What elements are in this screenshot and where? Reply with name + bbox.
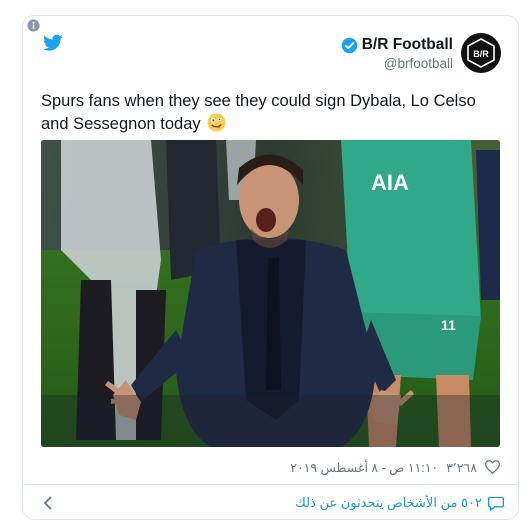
br-logo-icon: B/R — [467, 38, 495, 68]
chevron-left-icon[interactable] — [43, 496, 53, 510]
like-count[interactable]: ٣٬٢٦٨ — [446, 460, 477, 475]
photo-illustration: AIA 11 — [41, 140, 500, 447]
comment-icon — [488, 496, 504, 511]
people-talking-link[interactable]: ٥٠٢ من الأشخاص يتحدثون عن ذلك — [295, 495, 482, 511]
verified-badge-icon — [341, 37, 358, 53]
tweet-author[interactable]: B/R Football @brfootball — [341, 36, 453, 72]
twitter-bird-icon[interactable] — [43, 34, 63, 52]
zany-face-emoji-icon — [207, 113, 226, 132]
tweet-timestamp[interactable]: ١١:١٠ ص - ٨ أغسطس ٢٠١٩ — [290, 460, 438, 475]
avatar[interactable]: B/R — [461, 33, 501, 73]
author-display-name[interactable]: B/R Football — [362, 36, 453, 54]
shirt-sponsor-text: AIA — [371, 170, 409, 195]
tweet-photo[interactable]: AIA 11 — [41, 140, 500, 447]
author-handle[interactable]: @brfootball — [341, 56, 453, 72]
info-icon[interactable] — [27, 19, 40, 32]
tweet-meta-row: ١١:١٠ ص - ٨ أغسطس ٢٠١٩ ٣٬٢٦٨ — [41, 457, 500, 477]
tweet-footer[interactable]: ٥٠٢ من الأشخاص يتحدثون عن ذلك — [23, 485, 518, 519]
avatar-text: B/R — [473, 49, 489, 59]
heart-icon[interactable] — [485, 460, 500, 474]
tweet-text-content: Spurs fans when they see they could sign… — [41, 92, 476, 133]
tweet-text: Spurs fans when they see they could sign… — [41, 90, 506, 136]
embedded-tweet-card: B/R Football @brfootball B/R Spurs fans … — [22, 15, 519, 520]
shirt-number-text: 11 — [441, 317, 456, 333]
author-name-row: B/R Football — [341, 36, 453, 54]
